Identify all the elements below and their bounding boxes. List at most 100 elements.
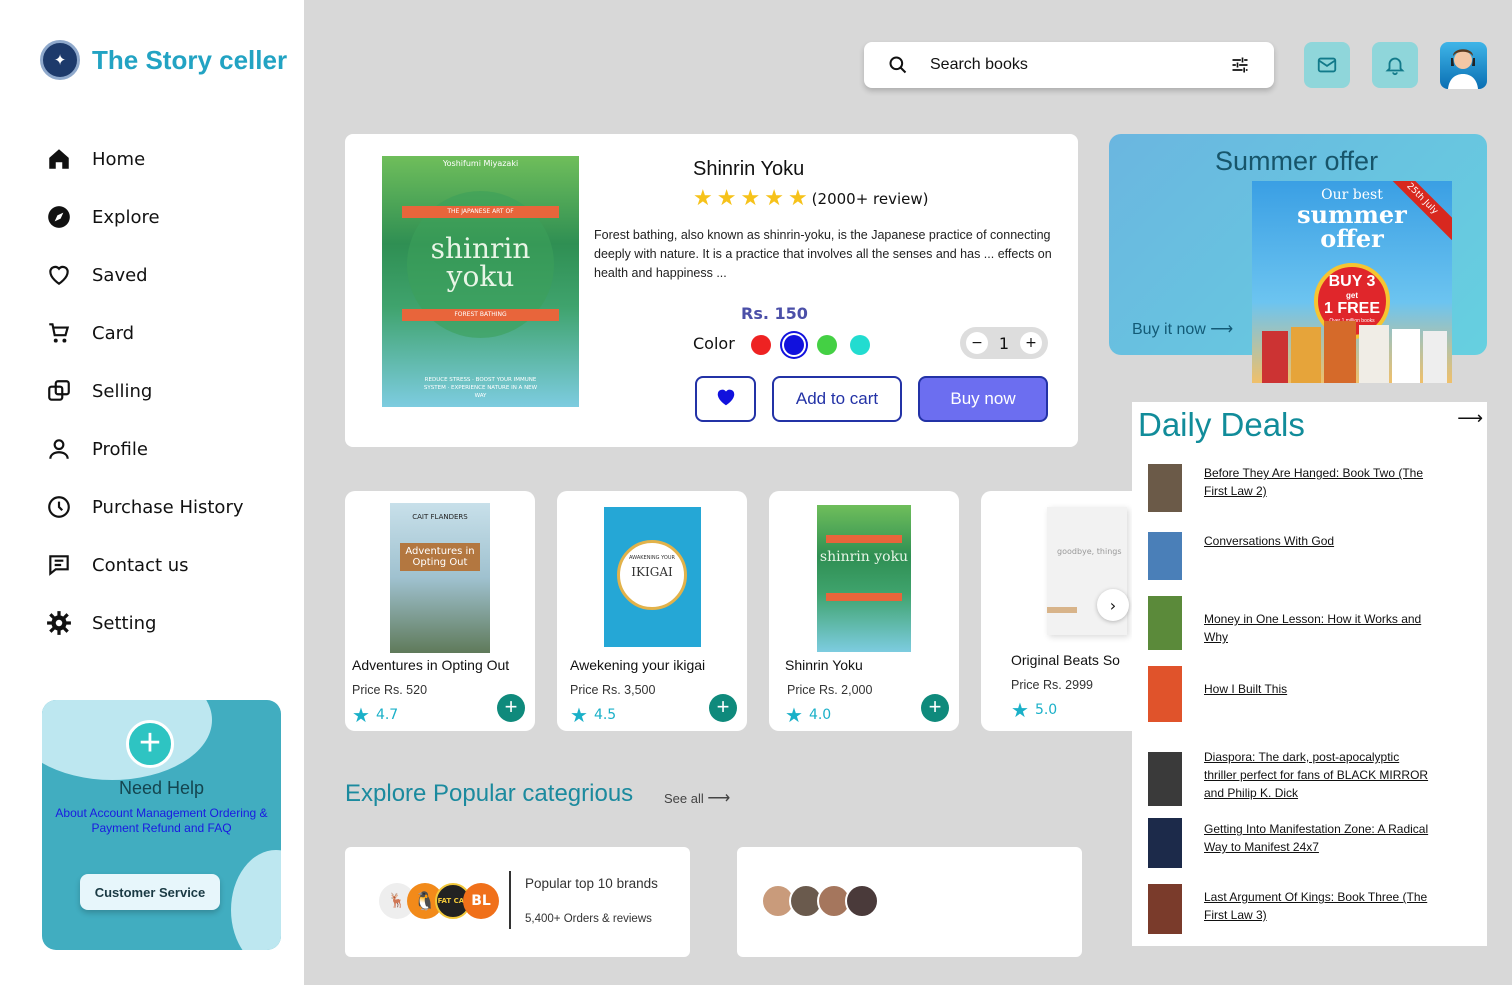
copy-icon bbox=[48, 380, 70, 401]
rating-stars: ★ ★ ★ ★ ★ (2000+ review) bbox=[693, 186, 929, 211]
poster-badge-line1: BUY 3 bbox=[1328, 273, 1376, 290]
add-book-button[interactable]: + bbox=[497, 694, 525, 722]
see-all-link[interactable]: See all ⟶ bbox=[664, 788, 730, 808]
see-all-label: See all bbox=[664, 791, 704, 806]
avatar[interactable] bbox=[1440, 42, 1487, 89]
color-swatch-blue[interactable] bbox=[784, 335, 804, 355]
chevron-right-icon: › bbox=[1109, 595, 1117, 615]
deal-title: Last Argument Of Kings: Book Three (The … bbox=[1204, 890, 1428, 922]
featured-book-cover[interactable]: Yoshifumi Miyazaki THE JAPANESE ART OF s… bbox=[382, 156, 579, 407]
buy-it-now-link[interactable]: Buy it now ⟶ bbox=[1132, 319, 1233, 339]
poster-book bbox=[1291, 327, 1321, 383]
book-cover: shinrin yoku bbox=[817, 505, 911, 652]
sidebar-item-label: Card bbox=[92, 322, 135, 344]
color-swatch-red[interactable] bbox=[751, 335, 771, 355]
cover-title: IKIGAI bbox=[631, 565, 673, 579]
deal-title: How I Built This bbox=[1204, 682, 1288, 696]
book-price: Price Rs. 2999 bbox=[1011, 678, 1093, 692]
sidebar-item-selling[interactable]: Selling bbox=[46, 362, 286, 420]
deal-item[interactable]: Money in One Lesson: How it Works and Wh… bbox=[1148, 596, 1432, 650]
offer-title: Summer offer bbox=[1215, 146, 1379, 176]
sidebar-item-setting[interactable]: Setting bbox=[46, 594, 286, 652]
rating-value: 4.0 bbox=[808, 707, 832, 723]
sidebar-item-home[interactable]: Home bbox=[46, 130, 286, 188]
star-icon: ★ bbox=[740, 186, 761, 211]
deal-item[interactable]: Before They Are Hanged: Book Two (The Fi… bbox=[1148, 464, 1432, 512]
daily-deals-panel: Daily Deals ⟶ Before They Are Hanged: Bo… bbox=[1132, 402, 1487, 946]
sidebar-item-profile[interactable]: Profile bbox=[46, 420, 286, 478]
deal-thumbnail bbox=[1148, 752, 1182, 806]
sidebar-item-saved[interactable]: Saved bbox=[46, 246, 286, 304]
next-arrow-button[interactable]: › bbox=[1097, 589, 1129, 621]
featured-book-description: Forest bathing, also known as shinrin-yo… bbox=[594, 228, 1052, 280]
help-decoration bbox=[231, 850, 281, 950]
sidebar-item-card[interactable]: Card bbox=[46, 304, 286, 362]
deal-title: Conversations With God bbox=[1204, 534, 1335, 548]
sidebar-item-label: Selling bbox=[92, 380, 153, 402]
deal-item[interactable]: How I Built This bbox=[1148, 666, 1432, 722]
book-card[interactable]: shinrin yoku Shinrin Yoku Price Rs. 2,00… bbox=[769, 491, 959, 731]
add-to-cart-button[interactable]: Add to cart bbox=[772, 376, 902, 422]
customer-service-button[interactable]: Customer Service bbox=[80, 874, 220, 910]
sidebar-item-purchase-history[interactable]: Purchase History bbox=[46, 478, 286, 536]
category-card-authors[interactable] bbox=[737, 847, 1082, 957]
star-icon: ★ bbox=[1011, 698, 1029, 722]
deal-item[interactable]: Diaspora: The dark, post-apocalyptic thr… bbox=[1148, 748, 1432, 806]
book-card[interactable]: CAIT FLANDERS Adventures in Opting Out A… bbox=[345, 491, 535, 731]
color-swatch-green[interactable] bbox=[817, 335, 837, 355]
featured-book-price: Rs. 150 bbox=[741, 304, 808, 323]
cover-top: AWAKENING YOUR bbox=[629, 555, 675, 561]
deal-item[interactable]: Last Argument Of Kings: Book Three (The … bbox=[1148, 884, 1432, 934]
help-card: + Need Help About Account Management Ord… bbox=[42, 700, 281, 950]
search-icon bbox=[889, 56, 907, 74]
sidebar-item-label: Saved bbox=[92, 264, 148, 286]
book-card[interactable]: AWAKENING YOUR IKIGAI Awekening your iki… bbox=[557, 491, 747, 731]
deal-item[interactable]: Getting Into Manifestation Zone: A Radic… bbox=[1148, 818, 1432, 868]
add-book-button[interactable]: + bbox=[709, 694, 737, 722]
save-heart-button[interactable] bbox=[695, 376, 756, 422]
plus-icon[interactable]: + bbox=[1020, 332, 1042, 354]
buy-now-button[interactable]: Buy now bbox=[918, 376, 1048, 422]
color-label: Color bbox=[693, 334, 735, 353]
book-price: Price Rs. 2,000 bbox=[787, 683, 873, 697]
color-swatch-cyan[interactable] bbox=[850, 335, 870, 355]
sidebar-item-label: Setting bbox=[92, 612, 157, 634]
bl-logo-icon: BL bbox=[463, 883, 499, 919]
add-book-button[interactable]: + bbox=[921, 694, 949, 722]
deal-item[interactable]: Conversations With God bbox=[1148, 532, 1432, 580]
brand-logo[interactable]: ✦ The Story celler bbox=[40, 40, 287, 80]
notifications-button[interactable] bbox=[1372, 42, 1418, 88]
summer-offer-banner[interactable]: Summer offer Buy it now ⟶ Our best summe… bbox=[1109, 134, 1487, 383]
cart-icon bbox=[49, 323, 70, 343]
arrow-right-icon: ⟶ bbox=[1210, 321, 1234, 338]
mail-icon bbox=[1317, 57, 1337, 73]
heart-icon bbox=[49, 265, 69, 285]
help-title: Need Help bbox=[118, 778, 205, 798]
sidebar-item-label: Contact us bbox=[92, 554, 189, 576]
star-icon: ★ bbox=[764, 186, 784, 211]
minus-icon[interactable]: − bbox=[966, 332, 988, 354]
mail-button[interactable] bbox=[1304, 42, 1350, 88]
filter-icon[interactable] bbox=[1230, 55, 1250, 75]
offer-poster: Our best summer offer 25th July BUY 3 ge… bbox=[1252, 181, 1452, 383]
quantity-value: 1 bbox=[998, 333, 1010, 353]
book-price: Price Rs. 3,500 bbox=[570, 683, 656, 697]
book-cover: AWAKENING YOUR IKIGAI bbox=[603, 507, 701, 647]
search-input[interactable] bbox=[930, 56, 1208, 74]
poster-book bbox=[1423, 331, 1447, 383]
deal-title: Getting Into Manifestation Zone: A Radic… bbox=[1204, 822, 1429, 854]
brand-logos: 🦌 🐧 FAT CAT BL bbox=[379, 883, 499, 919]
category-card-brands[interactable]: 🦌 🐧 FAT CAT BL Popular top 10 brands 5,4… bbox=[345, 847, 690, 957]
cover-title-line2: yoku bbox=[446, 260, 515, 293]
cover-ribbon-top: THE JAPANESE ART OF bbox=[401, 206, 560, 218]
poster-book bbox=[1262, 331, 1288, 383]
deal-thumbnail bbox=[1148, 666, 1182, 722]
sidebar-item-explore[interactable]: Explore bbox=[46, 188, 286, 246]
sidebar-item-contact-us[interactable]: Contact us bbox=[46, 536, 286, 594]
plus-icon[interactable]: + bbox=[126, 720, 174, 768]
arrow-right-icon[interactable]: ⟶ bbox=[1457, 408, 1483, 429]
author-avatars bbox=[761, 884, 879, 918]
book-rating: ★ 4.0 bbox=[785, 703, 831, 727]
sidebar-nav: Home Explore Saved Card Selling Profile … bbox=[46, 130, 286, 652]
brands-subtitle: 5,400+ Orders & reviews bbox=[525, 913, 652, 925]
